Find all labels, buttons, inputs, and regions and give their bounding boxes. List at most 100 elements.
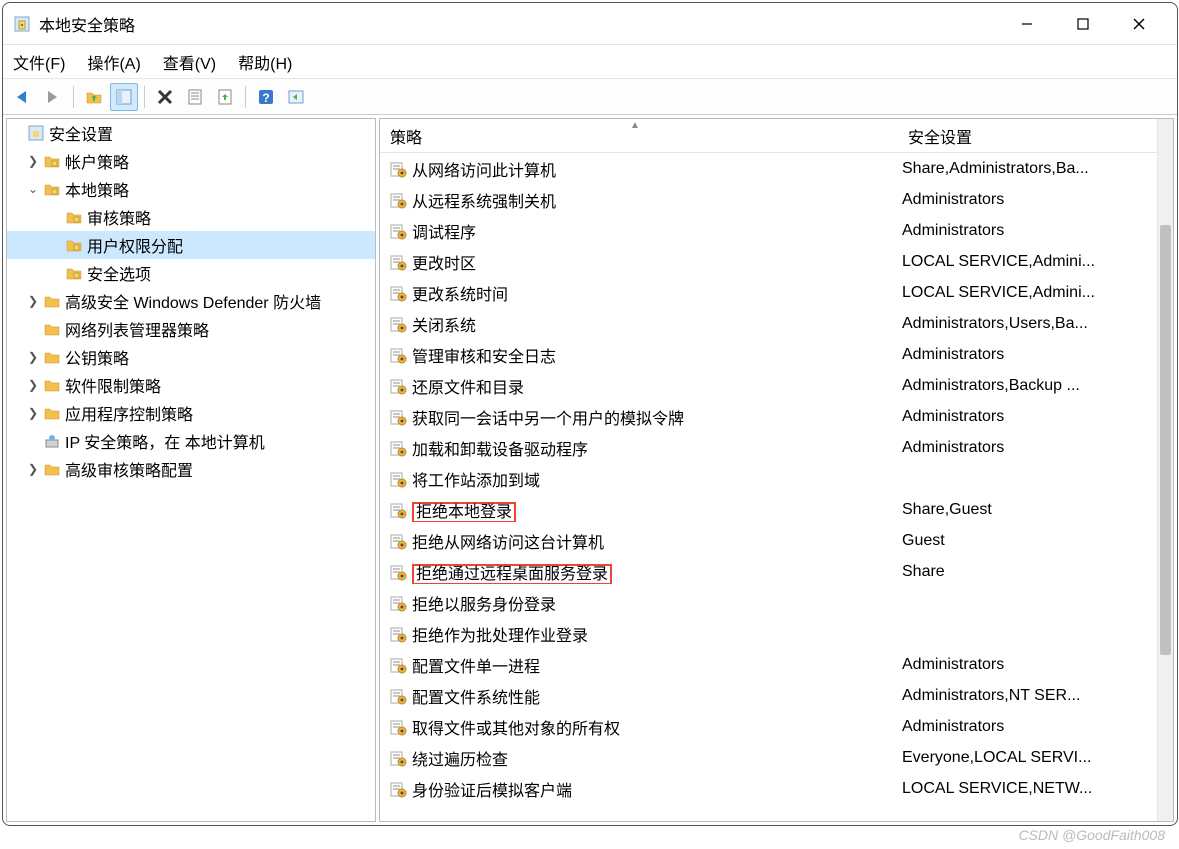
policy-name: 关闭系统 [412,312,902,336]
policy-row[interactable]: 将工作站添加到域 [380,463,1157,494]
tree-label: 安全设置 [49,121,113,145]
tree-app-control[interactable]: ❯ 应用程序控制策略 [7,399,375,427]
policy-icon [388,407,408,427]
folder-icon [43,320,61,338]
toolbar-separator [144,86,145,108]
tree-label: 用户权限分配 [87,233,183,257]
column-header-policy[interactable]: 策略 ▲ [380,124,902,148]
tree-ipsec[interactable]: IP 安全策略，在 本地计算机 [7,427,375,455]
list-pane: 策略 ▲ 安全设置 从网络访问此计算机Share,Administrators,… [379,118,1174,822]
chevron-down-icon[interactable]: ⌄ [25,182,41,196]
refresh-button[interactable] [282,83,310,111]
chevron-right-icon[interactable]: ❯ [25,294,41,308]
policy-row[interactable]: 调试程序Administrators [380,215,1157,246]
policy-row[interactable]: 拒绝通过远程桌面服务登录Share [380,556,1157,587]
policy-setting: Administrators [902,656,1157,674]
policy-setting: LOCAL SERVICE,Admini... [902,253,1157,271]
tree-root[interactable]: 安全设置 [7,119,375,147]
policy-name: 调试程序 [412,219,902,243]
policy-row[interactable]: 配置文件单一进程Administrators [380,649,1157,680]
policy-row[interactable]: 加载和卸载设备驱动程序Administrators [380,432,1157,463]
chevron-right-icon[interactable]: ❯ [25,406,41,420]
policy-row[interactable]: 身份验证后模拟客户端LOCAL SERVICE,NETW... [380,773,1157,804]
policy-row[interactable]: 取得文件或其他对象的所有权Administrators [380,711,1157,742]
policy-name: 从网络访问此计算机 [412,157,902,181]
back-button[interactable] [9,83,37,111]
policy-row[interactable]: 拒绝以服务身份登录 [380,587,1157,618]
policy-row[interactable]: 拒绝作为批处理作业登录 [380,618,1157,649]
scrollbar[interactable] [1157,119,1173,821]
policy-icon [388,252,408,272]
policy-setting: Administrators [902,408,1157,426]
folder-icon [43,460,61,478]
policy-name: 拒绝以服务身份登录 [412,591,902,615]
tree-pane[interactable]: 安全设置 ❯ 帐户策略 ⌄ 本地策略 审核策略 用户权限分配 [6,118,376,822]
policy-setting: Administrators,Users,Ba... [902,315,1157,333]
folder-icon [43,404,61,422]
folder-icon [43,348,61,366]
column-label: 策略 [390,130,422,147]
tree-network-list[interactable]: 网络列表管理器策略 [7,315,375,343]
tree-security-options[interactable]: 安全选项 [7,259,375,287]
policy-setting: Administrators [902,191,1157,209]
window-title: 本地安全策略 [39,12,999,36]
policy-row[interactable]: 拒绝从网络访问这台计算机Guest [380,525,1157,556]
menu-action[interactable]: 操作(A) [87,50,140,74]
policy-icon [388,748,408,768]
policy-row[interactable]: 更改时区LOCAL SERVICE,Admini... [380,246,1157,277]
toolbar-separator [73,86,74,108]
policy-setting: Share,Guest [902,501,1157,519]
tree-adv-audit[interactable]: ❯ 高级审核策略配置 [7,455,375,483]
tree-audit-policy[interactable]: 审核策略 [7,203,375,231]
policy-row[interactable]: 更改系统时间LOCAL SERVICE,Admini... [380,277,1157,308]
tree-account-policy[interactable]: ❯ 帐户策略 [7,147,375,175]
policy-row[interactable]: 配置文件系统性能Administrators,NT SER... [380,680,1157,711]
tree-label: 本地策略 [65,177,129,201]
folder-icon [43,180,61,198]
export-button[interactable] [211,83,239,111]
menu-file[interactable]: 文件(F) [13,50,65,74]
minimize-button[interactable] [999,3,1055,45]
chevron-right-icon[interactable]: ❯ [25,154,41,168]
policy-icon [388,624,408,644]
app-icon [13,15,31,33]
chevron-right-icon[interactable]: ❯ [25,378,41,392]
up-button[interactable] [80,83,108,111]
policy-icon [388,779,408,799]
content-area: 安全设置 ❯ 帐户策略 ⌄ 本地策略 审核策略 用户权限分配 [3,115,1177,825]
tree-public-key[interactable]: ❯ 公钥策略 [7,343,375,371]
show-hide-tree-button[interactable] [110,83,138,111]
close-button[interactable] [1111,3,1167,45]
policy-row[interactable]: 获取同一会话中另一个用户的模拟令牌Administrators [380,401,1157,432]
policy-row[interactable]: 绕过遍历检查Everyone,LOCAL SERVI... [380,742,1157,773]
scrollbar-thumb[interactable] [1160,225,1171,655]
tree-defender[interactable]: ❯ 高级安全 Windows Defender 防火墙 [7,287,375,315]
column-header-setting[interactable]: 安全设置 [902,124,1157,148]
policy-setting: Administrators [902,439,1157,457]
policy-row[interactable]: 管理审核和安全日志Administrators [380,339,1157,370]
tree-label: IP 安全策略，在 本地计算机 [65,429,265,453]
policy-setting: Administrators [902,718,1157,736]
menu-help[interactable]: 帮助(H) [238,50,292,74]
properties-button[interactable] [181,83,209,111]
tree-local-policy[interactable]: ⌄ 本地策略 [7,175,375,203]
maximize-button[interactable] [1055,3,1111,45]
policy-row[interactable]: 从网络访问此计算机Share,Administrators,Ba... [380,153,1157,184]
chevron-right-icon[interactable]: ❯ [25,462,41,476]
chevron-right-icon[interactable]: ❯ [25,350,41,364]
policy-setting: Administrators,NT SER... [902,687,1157,705]
toolbar-separator [245,86,246,108]
policy-icon [388,438,408,458]
policy-row[interactable]: 拒绝本地登录Share,Guest [380,494,1157,525]
delete-button[interactable] [151,83,179,111]
tree-user-rights[interactable]: 用户权限分配 [7,231,375,259]
policy-row[interactable]: 还原文件和目录Administrators,Backup ... [380,370,1157,401]
sort-ascending-icon: ▲ [630,120,640,131]
help-button[interactable]: ? [252,83,280,111]
tree-software-restrict[interactable]: ❯ 软件限制策略 [7,371,375,399]
policy-row[interactable]: 从远程系统强制关机Administrators [380,184,1157,215]
policy-icon [388,159,408,179]
policy-row[interactable]: 关闭系统Administrators,Users,Ba... [380,308,1157,339]
menu-view[interactable]: 查看(V) [163,50,216,74]
forward-button[interactable] [39,83,67,111]
